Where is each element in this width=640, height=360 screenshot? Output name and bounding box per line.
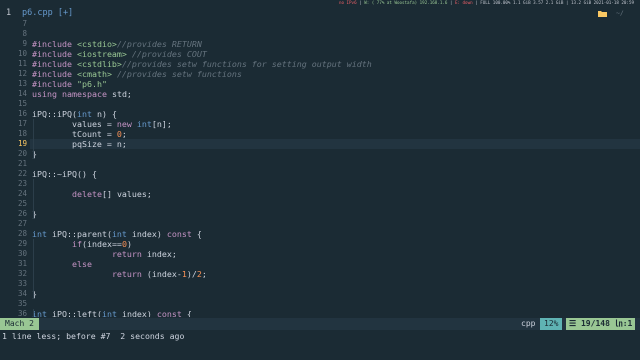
ethernet-status: E: down [454, 0, 473, 5]
line-number: 36 [17, 309, 27, 317]
code-line[interactable]: 27 [0, 219, 640, 229]
folder-icon [598, 11, 607, 17]
line-number: 18 [17, 129, 27, 138]
code-line[interactable]: 32 return (index-1)/2; [0, 269, 640, 279]
code-line[interactable]: 14 using namespace std; [0, 89, 640, 99]
line-text[interactable]: return (index-1)/2; [32, 269, 207, 279]
line-number: 26 [17, 209, 27, 218]
wifi-status: W: ( 77% at Woostafa) 192.168.1.6 [364, 0, 448, 5]
line-number: 24 [17, 189, 27, 198]
line-number: 27 [17, 219, 27, 228]
code-line[interactable]: 10 #include <iostream> //provides COUT [0, 49, 640, 59]
mode-indicator: Mach 2 [0, 318, 39, 330]
line-text[interactable]: return index; [32, 249, 177, 259]
line-text[interactable]: iPQ::~iPQ() { [32, 169, 97, 179]
code-line[interactable]: 13 #include "p6.h" [0, 79, 640, 89]
code-line[interactable]: 22 iPQ::~iPQ() { [0, 169, 640, 179]
line-number: 15 [17, 99, 27, 108]
line-number: 8 [22, 29, 27, 38]
code-line[interactable]: 26} [0, 209, 640, 219]
status-line: Mach 2 cpp 12% ☰ 19/148 ㏑:1 [0, 318, 640, 330]
code-line[interactable]: 23 [0, 179, 640, 189]
line-number: 13 [17, 79, 27, 88]
line-text[interactable]: #include "p6.h" [32, 79, 107, 89]
line-text[interactable]: delete[] values; [32, 189, 152, 199]
line-number: 29 [17, 239, 27, 248]
code-line[interactable]: 11 #include <cstdlib>//provides setw func… [0, 59, 640, 69]
indent-guide [33, 119, 34, 159]
line-number: 9 [22, 39, 27, 48]
line-text[interactable]: if(index==0) [32, 239, 132, 249]
code-line[interactable]: 8 [0, 29, 640, 39]
code-line[interactable]: 12 #include <cmath> //provides setw funct… [0, 69, 640, 79]
scroll-percent: 12% [540, 318, 563, 330]
code-line[interactable]: 31 else [0, 259, 640, 269]
line-number: 14 [17, 89, 27, 98]
line-number: 30 [17, 249, 27, 258]
line-number: 17 [17, 119, 27, 128]
code-line[interactable]: 16 iPQ::iPQ(int n) { [0, 109, 640, 119]
line-text[interactable]: #include <cmath> //provides setw functio… [32, 69, 242, 79]
line-text[interactable]: #include <cstdio>//provides RETURN [32, 39, 202, 49]
code-editor[interactable]: 7 8 9 #include <cstdio>//provides RETURN 10 #… [0, 19, 640, 317]
line-number: 28 [17, 229, 27, 238]
line-text[interactable]: int iPQ::parent(int index) const { [32, 229, 202, 239]
line-number: 25 [17, 199, 27, 208]
current-directory: ~/ [616, 9, 624, 17]
code-line[interactable]: 21 [0, 159, 640, 169]
line-number: 7 [22, 19, 27, 28]
message-line: 1 line less; before #7 2 seconds ago [2, 331, 185, 341]
code-line[interactable]: 28 int iPQ::parent(int index) const { [0, 229, 640, 239]
cursor-position: ☰ 19/148 ㏑:1 [566, 318, 636, 330]
code-line[interactable]: 34} [0, 289, 640, 299]
line-number: 32 [17, 269, 27, 278]
code-line[interactable]: 9 #include <cstdio>//provides RETURN [0, 39, 640, 49]
code-line[interactable]: 30 return index; [0, 249, 640, 259]
line-number: 11 [17, 59, 27, 68]
line-text[interactable]: tCount = 0; [32, 129, 127, 139]
line-text[interactable]: #include <cstdlib>//provides setw functi… [32, 59, 372, 69]
line-number: 21 [17, 159, 27, 168]
indent-guide [33, 179, 34, 219]
battery-disk-clock: FULL 100.00% 1.1 GiB 3.57 2.1 GiB | 13.2… [480, 0, 634, 5]
tab-p6-cpp[interactable]: p6.cpp [+] [22, 8, 73, 18]
line-text[interactable]: iPQ::iPQ(int n) { [32, 109, 117, 119]
code-line[interactable]: 19 pqSize = n; [0, 139, 640, 149]
line-text[interactable]: pqSize = n; [32, 139, 127, 149]
code-line[interactable]: 18 tCount = 0; [0, 129, 640, 139]
line-number: 23 [17, 179, 27, 188]
indent-guide [33, 239, 34, 299]
code-line[interactable]: 33 [0, 279, 640, 289]
code-line[interactable]: 25 [0, 199, 640, 209]
line-text[interactable]: else [32, 259, 92, 269]
code-line[interactable]: 15 [0, 99, 640, 109]
line-number: 31 [17, 259, 27, 268]
line-text[interactable]: values = new int[n]; [32, 119, 172, 129]
line-text[interactable]: #include <iostream> //provides COUT [32, 49, 207, 59]
tab-line: 1 p6.cpp [+] ~/ [0, 6, 640, 19]
ipv6-status: no IPv6 [338, 0, 357, 5]
code-line[interactable]: 35 [0, 299, 640, 309]
line-number: 34 [17, 289, 27, 298]
line-number: 10 [17, 49, 27, 58]
code-line[interactable]: 24 delete[] values; [0, 189, 640, 199]
code-line[interactable]: 36 int iPQ::left(int index) const { [0, 309, 640, 317]
line-number: 19 [17, 139, 27, 148]
tab-number[interactable]: 1 [6, 8, 11, 18]
code-line[interactable]: 17 values = new int[n]; [0, 119, 640, 129]
line-number: 35 [17, 299, 27, 308]
code-line[interactable]: 20} [0, 149, 640, 159]
line-number: 33 [17, 279, 27, 288]
line-number: 20 [17, 149, 27, 158]
indent-guide [33, 309, 34, 317]
line-number: 12 [17, 69, 27, 78]
line-number: 22 [17, 169, 27, 178]
filetype-indicator: cpp [521, 319, 536, 328]
line-text[interactable]: int iPQ::left(int index) const { [32, 309, 192, 317]
line-text[interactable]: using namespace std; [32, 89, 132, 99]
code-line[interactable]: 7 [0, 19, 640, 29]
line-number: 16 [17, 109, 27, 118]
code-line[interactable]: 29 if(index==0) [0, 239, 640, 249]
